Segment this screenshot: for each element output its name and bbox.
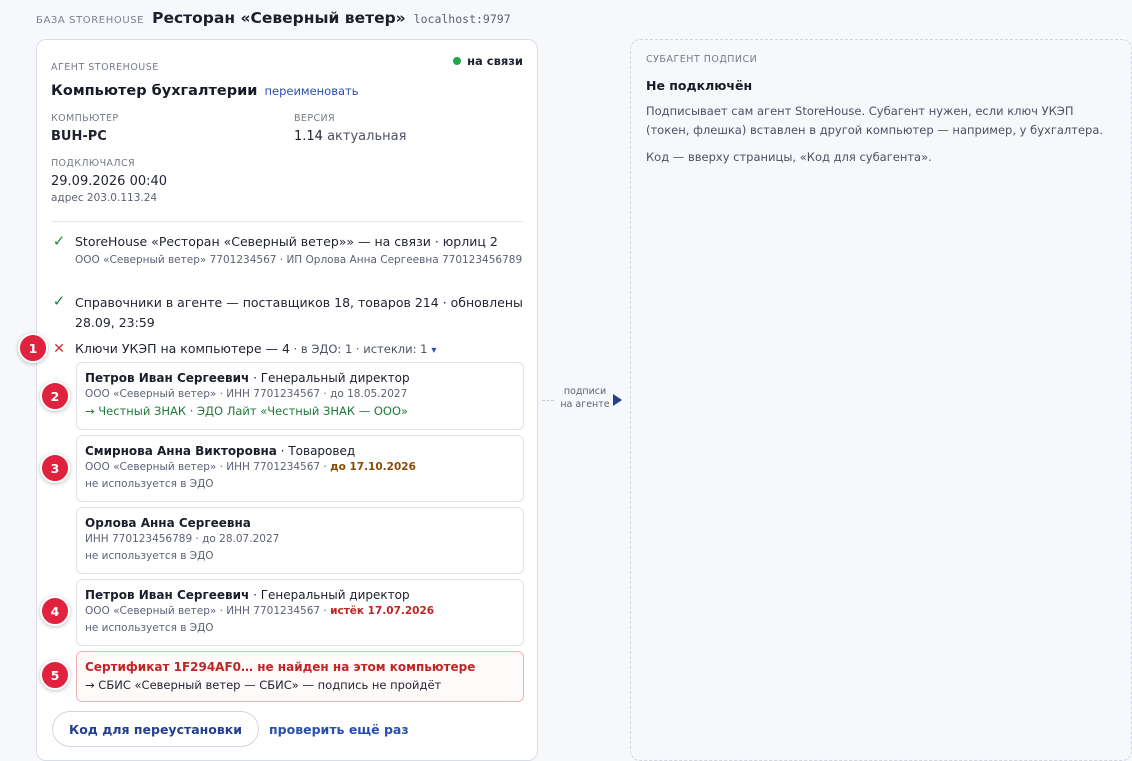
key-detail: ООО «Северный ветер» · ИНН 7701234567 · … — [85, 459, 515, 476]
agent-section-label: АГЕНТ STOREHOUSE — [51, 62, 159, 73]
status-text: на связи — [467, 54, 523, 68]
key-card-error[interactable]: Сертификат 1F294AF0… не найден на этом к… — [76, 651, 524, 702]
check-storehouse: ✓ StoreHouse «Ресторан «Северный ветер»»… — [51, 233, 523, 268]
connector-label: подписи на агенте — [560, 386, 610, 410]
connector-line — [542, 400, 554, 401]
key-owner-role: · Товаровед — [276, 444, 356, 458]
key-owner-name: Петров Иван Сергеевич — [85, 371, 250, 385]
version-value: 1.14 — [294, 129, 323, 144]
key-detail: ООО «Северный ветер» · ИНН 7701234567 · … — [85, 603, 515, 620]
key-card[interactable]: Петров Иван Сергеевич · Генеральный дире… — [76, 362, 524, 430]
recheck-link[interactable]: проверить ещё раз — [269, 722, 409, 737]
check-keys-meta: · в ЭДО: 1 · истекли: 1 — [289, 342, 428, 356]
subagent-section-label: СУБАГЕНТ ПОДПИСИ — [646, 54, 758, 65]
key-usage: не используется в ЭДО — [85, 550, 214, 562]
key-expiry-warning: до 17.10.2026 — [330, 461, 416, 473]
check-keys[interactable]: ✕ Ключи УКЭП на компьютере — 4 · в ЭДО: … — [51, 341, 523, 359]
ip-address: адрес 203.0.113.24 — [51, 192, 158, 204]
check-storehouse-legal: ООО «Северный ветер» 7701234567 · ИП Орл… — [75, 254, 523, 266]
key-card[interactable]: Петров Иван Сергеевич · Генеральный дире… — [76, 579, 524, 646]
key-usage: не используется в ЭДО — [85, 478, 214, 490]
step-badge: 3 — [40, 453, 70, 483]
divider — [51, 221, 523, 222]
key-detail: ООО «Северный ветер» · ИНН 7701234567 · … — [85, 388, 408, 400]
computer-title: Компьютер бухгалтерии переименовать — [51, 83, 359, 99]
key-card[interactable]: Орлова Анна Сергеевна ИНН 770123456789 ·… — [76, 507, 524, 574]
agent-card: АГЕНТ STOREHOUSE на связи Компьютер бухг… — [36, 39, 538, 761]
key-owner-name: Петров Иван Сергеевич — [85, 588, 250, 602]
rename-link[interactable]: переименовать — [264, 84, 358, 98]
key-detail-text: ООО «Северный ветер» · ИНН 7701234567 · — [85, 605, 331, 617]
subagent-hint: Код — вверху страницы, «Код для субагент… — [646, 150, 932, 164]
step-badge: 4 — [40, 596, 70, 626]
computer-label: КОМПЬЮТЕР — [51, 113, 119, 124]
page-title: Ресторан «Северный ветер» — [152, 9, 406, 27]
status-badge: на связи — [453, 54, 523, 68]
key-detail-text: ООО «Северный ветер» · ИНН 7701234567 · — [85, 461, 331, 473]
connected-label: ПОДКЛЮЧАЛСЯ — [51, 158, 135, 169]
key-owner-role: · Генеральный директор — [249, 588, 410, 602]
check-directories-text: Справочники в агенте — поставщиков 18, т… — [75, 295, 523, 330]
version-status: актуальная — [327, 129, 407, 144]
check-icon: ✓ — [52, 232, 66, 250]
version-label: ВЕРСИЯ — [294, 113, 335, 124]
check-keys-text: Ключи УКЭП на компьютере — 4 — [75, 341, 290, 356]
check-directories: ✓ Справочники в агенте — поставщиков 18,… — [51, 293, 523, 333]
computer-name: Компьютер бухгалтерии — [51, 83, 258, 99]
cross-icon: ✕ — [53, 341, 65, 357]
reinstall-code-button[interactable]: Код для переустановки — [52, 711, 260, 747]
key-error-title: Сертификат 1F294AF0… не найден на этом к… — [85, 660, 476, 674]
connected-value: 29.09.2026 00:40 — [51, 174, 168, 189]
key-expired-label: истёк 17.07.2026 — [330, 605, 435, 617]
arrow-right-icon — [613, 394, 622, 406]
db-label: БАЗА STOREHOUSE — [36, 15, 145, 26]
version-field: ВЕРСИЯ 1.14 актуальная — [294, 113, 406, 144]
signature-connector: подписи на агенте — [540, 385, 630, 415]
key-usage: не используется в ЭДО — [85, 622, 214, 634]
subagent-status: Не подключён — [646, 78, 753, 93]
check-storehouse-text: StoreHouse «Ресторан «Северный ветер»» —… — [75, 234, 498, 249]
key-detail: ИНН 770123456789 · до 28.07.2027 — [85, 533, 280, 545]
key-error-route: → СБИС «Северный ветер — СБИС» — подпись… — [85, 678, 442, 692]
status-dot-icon — [453, 57, 462, 65]
subagent-card: СУБАГЕНТ ПОДПИСИ Не подключён Подписывае… — [630, 39, 1132, 761]
key-owner-name: Смирнова Анна Викторовна — [85, 444, 277, 458]
host-address: localhost:9797 — [413, 12, 511, 26]
subagent-description: Подписывает сам агент StoreHouse. Субаге… — [646, 104, 1104, 137]
computer-field: КОМПЬЮТЕР BUH-PC — [51, 113, 118, 144]
version-value-row: 1.14 актуальная — [294, 129, 406, 144]
agent-card-header: АГЕНТ STOREHOUSE на связи — [51, 54, 523, 73]
computer-value: BUH-PC — [51, 129, 107, 144]
chevron-down-icon[interactable]: ▾ — [431, 345, 436, 356]
key-owner-name: Орлова Анна Сергеевна — [85, 516, 251, 530]
step-badge: 2 — [40, 381, 70, 411]
page-header: БАЗА STOREHOUSE Ресторан «Северный ветер… — [36, 9, 511, 31]
step-badge: 5 — [40, 660, 70, 690]
connected-field: ПОДКЛЮЧАЛСЯ 29.09.2026 00:40 адрес 203.0… — [51, 158, 167, 204]
check-icon: ✓ — [52, 292, 66, 310]
key-owner-role: · Генеральный директор — [249, 371, 410, 385]
key-route: → Честный ЗНАК · ЭДО Лайт «Честный ЗНАК … — [85, 404, 409, 418]
card-actions: Код для переустановки проверить ещё раз — [52, 711, 409, 747]
key-card[interactable]: Смирнова Анна Викторовна · Товаровед ООО… — [76, 435, 524, 502]
step-badge: 1 — [18, 333, 48, 363]
